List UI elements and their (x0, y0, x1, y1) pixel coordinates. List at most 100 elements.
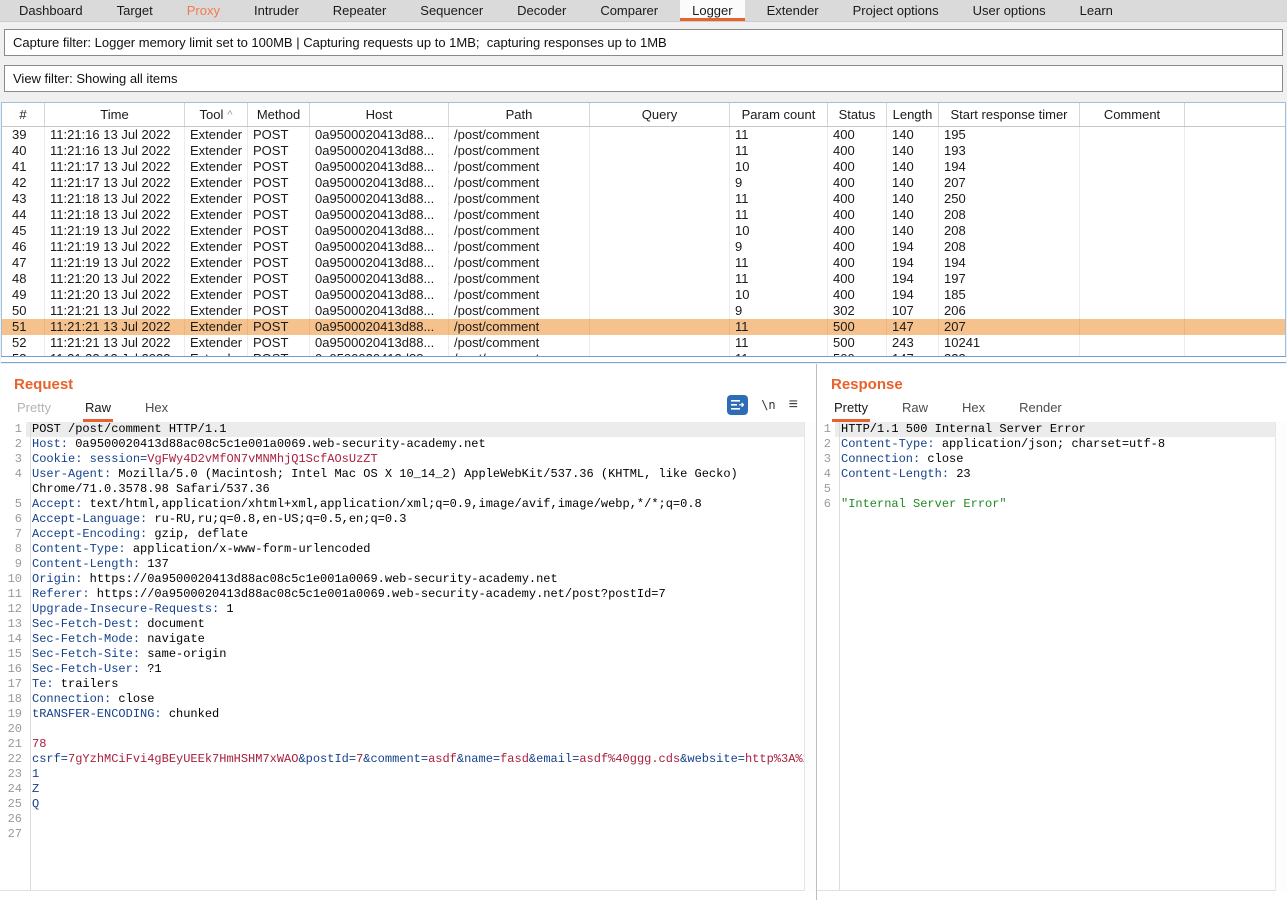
cell-tool: Extender (185, 159, 248, 175)
table-row[interactable]: 4311:21:18 13 Jul 2022ExtenderPOST0a9500… (2, 191, 1285, 207)
view-filter-bar[interactable]: View filter: Showing all items (4, 65, 1283, 92)
request-line-content: Content-Length: 137 (26, 557, 804, 572)
table-row[interactable]: 4811:21:20 13 Jul 2022ExtenderPOST0a9500… (2, 271, 1285, 287)
table-row[interactable]: 4411:21:18 13 Jul 2022ExtenderPOST0a9500… (2, 207, 1285, 223)
table-row[interactable]: 4711:21:19 13 Jul 2022ExtenderPOST0a9500… (2, 255, 1285, 271)
response-editor[interactable]: 1HTTP/1.1 500 Internal Server Error2Cont… (817, 422, 1275, 891)
code-segment: session (90, 452, 140, 466)
request-line-content: Sec-Fetch-Dest: document (26, 617, 804, 632)
column-header-time[interactable]: Time (45, 103, 185, 126)
line-number: 2 (0, 437, 26, 452)
tab-extender[interactable]: Extender (755, 0, 831, 21)
response-tab-render[interactable]: Render (1017, 398, 1064, 422)
prettify-button[interactable] (727, 395, 748, 415)
column-label: Query (642, 107, 677, 122)
request-line-content: csrf=7gYzhMCiFvi4gBEyUEEk7HmHSHM7xWAO&po… (26, 752, 804, 767)
tab-logger[interactable]: Logger (680, 0, 744, 21)
column-label: Tool (199, 107, 223, 122)
tab-sequencer[interactable]: Sequencer (408, 0, 495, 21)
cell-length: 140 (887, 191, 939, 207)
request-editor[interactable]: 1POST /post/comment HTTP/1.12Host: 0a950… (0, 422, 804, 891)
column-label: Time (100, 107, 128, 122)
column-header--[interactable]: # (2, 103, 45, 126)
response-scrollbar[interactable] (1275, 422, 1287, 891)
response-tab-hex[interactable]: Hex (960, 398, 987, 422)
table-row[interactable]: 4011:21:16 13 Jul 2022ExtenderPOST0a9500… (2, 143, 1285, 159)
line-number: 14 (0, 632, 26, 647)
request-line-content: Upgrade-Insecure-Requests: 1 (26, 602, 804, 617)
code-segment: Content-Length: (841, 467, 949, 481)
code-segment: &comment= (363, 752, 428, 766)
cell-length: 140 (887, 159, 939, 175)
cell-num: 52 (2, 335, 45, 351)
cell-status: 400 (828, 287, 887, 303)
tab-comparer[interactable]: Comparer (588, 0, 670, 21)
cell-params: 11 (730, 143, 828, 159)
table-row[interactable]: 5011:21:21 13 Jul 2022ExtenderPOST0a9500… (2, 303, 1285, 319)
table-row[interactable]: 4511:21:19 13 Jul 2022ExtenderPOST0a9500… (2, 223, 1285, 239)
cell-length: 147 (887, 319, 939, 335)
cell-time: 11:21:16 13 Jul 2022 (45, 143, 185, 159)
cell-path: /post/comment (449, 255, 590, 271)
column-header-host[interactable]: Host (310, 103, 449, 126)
code-segment: 1 (219, 602, 233, 616)
table-horizontal-scrollbar[interactable] (1, 356, 1286, 363)
tab-decoder[interactable]: Decoder (505, 0, 578, 21)
request-scrollbar[interactable] (804, 422, 816, 891)
tab-target[interactable]: Target (105, 0, 165, 21)
column-header-method[interactable]: Method (248, 103, 310, 126)
column-header-comment[interactable]: Comment (1080, 103, 1185, 126)
code-segment: Z (32, 782, 39, 796)
cell-method: POST (248, 207, 310, 223)
newline-characters-toggle[interactable]: \n (761, 398, 775, 412)
cell-path: /post/comment (449, 335, 590, 351)
cell-host: 0a9500020413d88... (310, 223, 449, 239)
column-header-param-count[interactable]: Param count (730, 103, 828, 126)
cell-params: 11 (730, 255, 828, 271)
column-header-tool[interactable]: Tool^ (185, 103, 248, 126)
cell-filler (1185, 159, 1285, 175)
request-line-content: POST /post/comment HTTP/1.1 (26, 422, 804, 437)
cell-length: 243 (887, 335, 939, 351)
table-row[interactable]: 4111:21:17 13 Jul 2022ExtenderPOST0a9500… (2, 159, 1285, 175)
request-tab-hex[interactable]: Hex (143, 398, 170, 422)
request-line: 24Z (0, 782, 804, 797)
cell-time: 11:21:16 13 Jul 2022 (45, 127, 185, 143)
tab-proxy[interactable]: Proxy (175, 0, 232, 21)
column-header-query[interactable]: Query (590, 103, 730, 126)
column-header-path[interactable]: Path (449, 103, 590, 126)
column-header-start-response-timer[interactable]: Start response timer (939, 103, 1080, 126)
line-number: 7 (0, 527, 26, 542)
tab-project-options[interactable]: Project options (841, 0, 951, 21)
capture-filter-bar[interactable]: Capture filter: Logger memory limit set … (4, 29, 1283, 56)
table-row[interactable]: 4211:21:17 13 Jul 2022ExtenderPOST0a9500… (2, 175, 1285, 191)
code-segment: Accept: (32, 497, 82, 511)
tab-dashboard[interactable]: Dashboard (7, 0, 95, 21)
table-row[interactable]: 5111:21:21 13 Jul 2022ExtenderPOST0a9500… (2, 319, 1285, 335)
tab-intruder[interactable]: Intruder (242, 0, 311, 21)
tab-user-options[interactable]: User options (961, 0, 1058, 21)
request-tab-raw[interactable]: Raw (83, 398, 113, 422)
cell-time: 11:21:18 13 Jul 2022 (45, 207, 185, 223)
tab-repeater[interactable]: Repeater (321, 0, 398, 21)
request-tab-pretty[interactable]: Pretty (15, 398, 53, 422)
response-tab-pretty[interactable]: Pretty (832, 398, 870, 422)
request-line: 5Accept: text/html,application/xhtml+xml… (0, 497, 804, 512)
request-line: 231 (0, 767, 804, 782)
response-editor-tabs: Pretty Raw Hex Render (832, 398, 1094, 422)
table-row[interactable]: 5211:21:21 13 Jul 2022ExtenderPOST0a9500… (2, 335, 1285, 351)
editor-menu-icon[interactable]: ≡ (789, 397, 798, 413)
cell-method: POST (248, 303, 310, 319)
column-header-length[interactable]: Length (887, 103, 939, 126)
table-row[interactable]: 4911:21:20 13 Jul 2022ExtenderPOST0a9500… (2, 287, 1285, 303)
cell-params: 11 (730, 271, 828, 287)
column-header-status[interactable]: Status (828, 103, 887, 126)
cell-tool: Extender (185, 287, 248, 303)
code-segment: same-origin (140, 647, 226, 661)
cell-num: 43 (2, 191, 45, 207)
cell-status: 302 (828, 303, 887, 319)
table-row[interactable]: 3911:21:16 13 Jul 2022ExtenderPOST0a9500… (2, 127, 1285, 143)
tab-learn[interactable]: Learn (1068, 0, 1125, 21)
response-tab-raw[interactable]: Raw (900, 398, 930, 422)
table-row[interactable]: 4611:21:19 13 Jul 2022ExtenderPOST0a9500… (2, 239, 1285, 255)
